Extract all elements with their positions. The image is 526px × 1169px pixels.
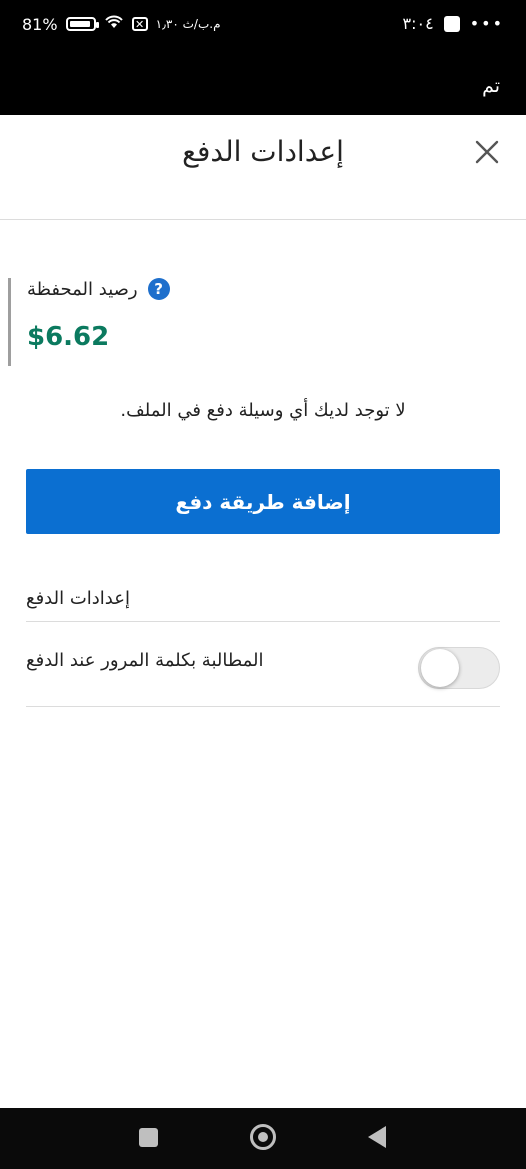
no-payment-method-text: .لا توجد لديك أي وسيلة دفع في الملف xyxy=(120,400,406,421)
battery-icon xyxy=(65,17,99,31)
status-right-group: ٣:٠٤ ••• xyxy=(403,14,504,33)
notification-x-icon: ✕ xyxy=(131,17,148,31)
status-left-group: 81% ✕ م.ب/ث ١٫٣٠ xyxy=(22,14,221,34)
require-password-toggle[interactable] xyxy=(418,647,500,689)
payment-settings-section: إعدادات الدفع xyxy=(26,588,500,622)
wallet-balance-section: رصيد المحفظة ? $6.62 xyxy=(8,278,511,366)
page-title: إعدادات الدفع xyxy=(182,135,344,168)
more-notifications-icon: ••• xyxy=(469,14,504,33)
add-payment-method-button[interactable]: إضافة طريقة دفع xyxy=(26,469,500,534)
top-band: تم xyxy=(0,50,526,115)
back-triangle-icon[interactable] xyxy=(368,1126,386,1148)
require-password-row: المطالبة بكلمة المرور عند الدفع xyxy=(26,621,500,707)
status-bar: 81% ✕ م.ب/ث ١٫٣٠ ٣:٠٤ ••• xyxy=(0,0,526,50)
navigation-bar xyxy=(0,1108,526,1169)
payment-settings-label: إعدادات الدفع xyxy=(26,588,130,609)
notification-text: م.ب/ث ١٫٣٠ xyxy=(155,17,221,31)
wifi-icon xyxy=(104,14,124,34)
clock: ٣:٠٤ xyxy=(402,14,434,33)
home-circle-icon[interactable] xyxy=(250,1124,276,1150)
notification-square-icon xyxy=(443,15,460,32)
wallet-title-row: رصيد المحفظة ? xyxy=(27,278,170,300)
battery-percentage: 81% xyxy=(22,14,58,34)
help-icon[interactable]: ? xyxy=(147,278,170,300)
require-password-label: المطالبة بكلمة المرور عند الدفع xyxy=(26,650,264,671)
done-button[interactable]: تم xyxy=(482,75,500,97)
toggle-knob xyxy=(421,649,459,687)
header: إعدادات الدفع xyxy=(0,115,526,220)
wallet-label: رصيد المحفظة xyxy=(27,278,138,300)
wallet-amount: $6.62 xyxy=(27,322,110,352)
square-icon[interactable] xyxy=(139,1128,158,1147)
close-icon[interactable] xyxy=(472,137,502,167)
